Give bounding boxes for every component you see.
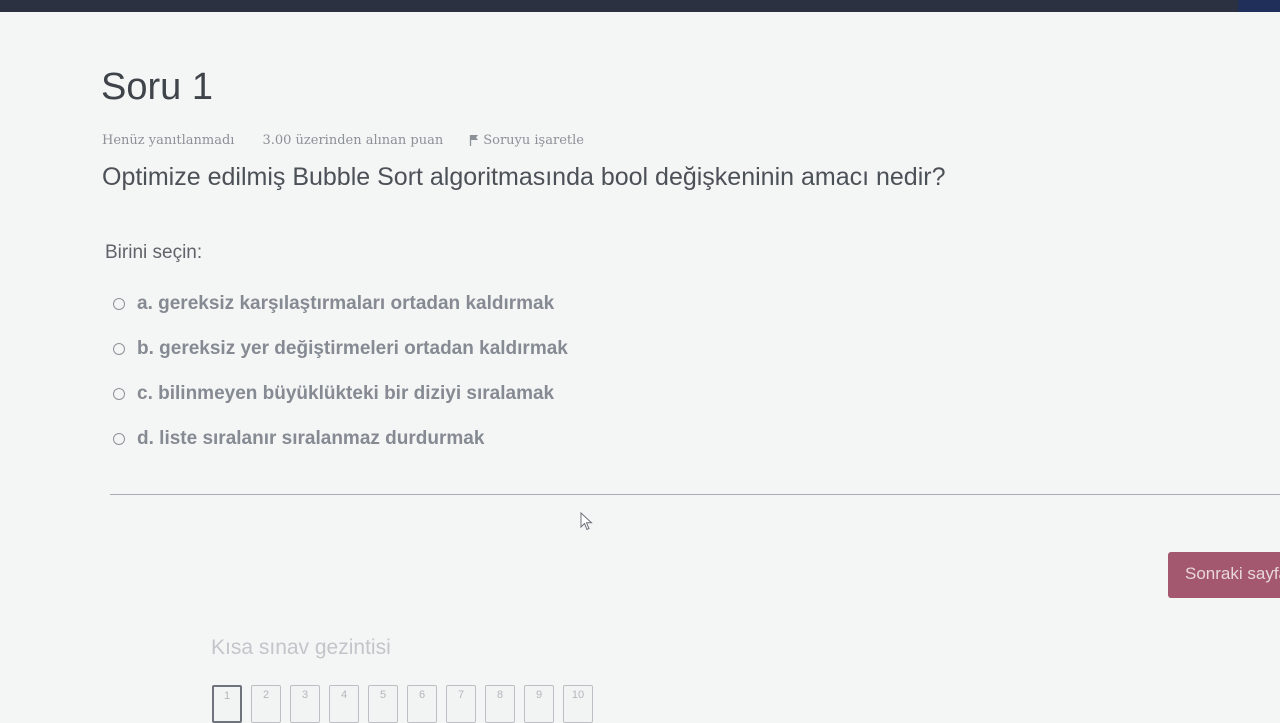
page-title: Soru 1 xyxy=(101,66,213,108)
answer-option-d[interactable]: d. liste sıralanır sıralanmaz durdurmak xyxy=(113,416,568,461)
status-text: Henüz yanıtlanmadı xyxy=(102,132,235,148)
nav-question-6[interactable]: 6 xyxy=(407,685,437,723)
top-bar xyxy=(0,0,1280,12)
nav-question-8[interactable]: 8 xyxy=(485,685,515,723)
radio-icon[interactable] xyxy=(113,387,125,400)
top-bar-corner xyxy=(1238,0,1280,12)
flag-label: Soruyu işaretle xyxy=(483,132,584,148)
nav-question-4[interactable]: 4 xyxy=(329,685,359,723)
mouse-cursor-icon xyxy=(580,511,594,536)
points-text: 3.00 üzerinden alınan puan xyxy=(262,132,444,148)
nav-question-3[interactable]: 3 xyxy=(290,685,320,723)
nav-question-9[interactable]: 9 xyxy=(524,685,554,723)
nav-question-10[interactable]: 10 xyxy=(563,685,593,723)
question-info: Henüz yanıtlanmadı 3.00 üzerinden alınan… xyxy=(102,130,584,150)
next-page-button[interactable]: Sonraki sayfa xyxy=(1168,552,1280,598)
answer-label: d. liste sıralanır sıralanmaz durdurmak xyxy=(137,427,485,449)
nav-question-1[interactable]: 1 xyxy=(212,685,242,723)
flag-question-link[interactable]: Soruyu işaretle xyxy=(469,133,584,148)
nav-question-5[interactable]: 5 xyxy=(368,685,398,723)
answer-option-a[interactable]: a. gereksiz karşılaştırmaları ortadan ka… xyxy=(113,281,568,326)
quiz-navigation: 1 2 3 4 5 6 7 8 9 10 xyxy=(212,685,602,723)
radio-icon[interactable] xyxy=(113,297,125,310)
divider xyxy=(110,494,1280,495)
radio-icon[interactable] xyxy=(113,432,125,445)
answer-label: a. gereksiz karşılaştırmaları ortadan ka… xyxy=(137,292,555,314)
answer-label: c. bilinmeyen büyüklükteki bir diziyi sı… xyxy=(137,382,555,404)
question-text: Optimize edilmiş Bubble Sort algoritması… xyxy=(102,163,946,191)
answer-list: a. gereksiz karşılaştırmaları ortadan ka… xyxy=(113,281,568,461)
answer-option-c[interactable]: c. bilinmeyen büyüklükteki bir diziyi sı… xyxy=(113,371,568,416)
quiz-navigation-title: Kısa sınav gezintisi xyxy=(211,636,391,659)
answer-label: b. gereksiz yer değiştirmeleri ortadan k… xyxy=(137,337,568,359)
flag-icon xyxy=(470,135,479,146)
answer-option-b[interactable]: b. gereksiz yer değiştirmeleri ortadan k… xyxy=(113,326,568,371)
answer-prompt: Birini seçin: xyxy=(105,242,203,263)
nav-question-2[interactable]: 2 xyxy=(251,685,281,723)
radio-icon[interactable] xyxy=(113,342,125,355)
nav-question-7[interactable]: 7 xyxy=(446,685,476,723)
